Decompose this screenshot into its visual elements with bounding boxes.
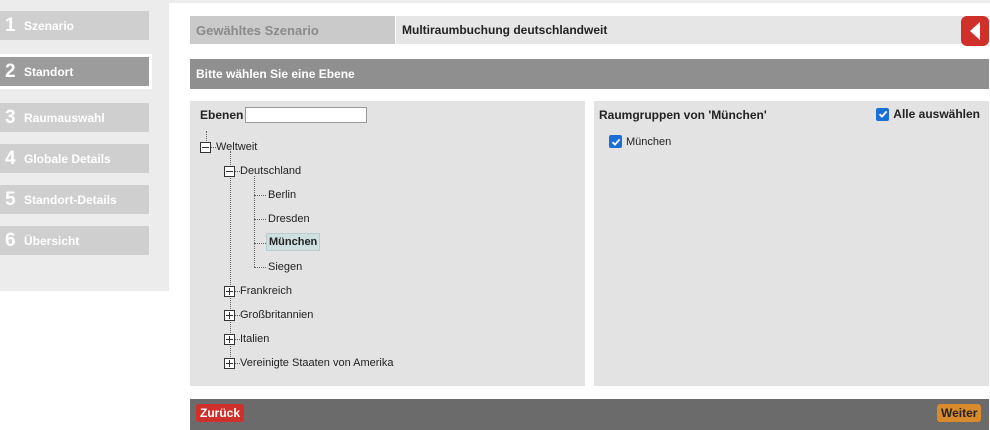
next-button[interactable]: Weiter [937, 404, 982, 422]
tree-node-label[interactable]: Großbritannien [240, 309, 313, 321]
step-raumauswahl[interactable]: 3 Raumauswahl [0, 103, 149, 132]
step-label: Standort [24, 64, 74, 79]
tree-node-label[interactable]: Deutschland [240, 165, 301, 177]
tree-node-country[interactable]: Vereinigte Staaten von Amerika [224, 353, 393, 373]
step-number: 2 [5, 60, 16, 82]
expand-icon[interactable] [224, 285, 235, 297]
tree-node-city-selected[interactable]: München [266, 232, 321, 252]
step-number: 5 [5, 188, 16, 210]
step-number: 4 [5, 147, 16, 169]
step-label: Übersicht [24, 233, 80, 248]
filter-label: Ebenen [200, 108, 244, 122]
checkmark-icon[interactable] [876, 107, 890, 121]
tree-node-city[interactable]: Siegen [268, 257, 302, 277]
step-standort[interactable]: 2 Standort [0, 54, 152, 89]
expand-icon[interactable] [224, 333, 235, 345]
select-all-label: Alle auswählen [893, 107, 980, 121]
room-groups-title: Raumgruppen von 'München' [599, 108, 767, 122]
step-number: 1 [5, 14, 16, 36]
step-szenario[interactable]: 1 Szenario [0, 11, 149, 40]
back-button[interactable]: Zurück [196, 404, 245, 422]
tree-connector [254, 267, 266, 268]
footer-bar [190, 399, 989, 430]
tree-connector [254, 176, 255, 267]
section-title: Bitte wählen Sie eine Ebene [190, 59, 989, 89]
tree-node-country[interactable]: Italien [224, 329, 269, 349]
step-globale-details[interactable]: 4 Globale Details [0, 144, 149, 173]
tree-node-label[interactable]: Siegen [268, 261, 302, 273]
filter-input[interactable] [245, 107, 367, 123]
step-label: Szenario [24, 18, 75, 33]
step-standort-details[interactable]: 5 Standort-Details [0, 185, 149, 214]
tree-node-country[interactable]: Frankreich [224, 281, 292, 301]
tree-connector [254, 243, 266, 244]
step-sidebar: 1 Szenario 2 Standort 3 Raumauswahl 4 Gl… [0, 0, 169, 291]
scenario-label: Gewähltes Szenario [190, 16, 395, 44]
tree-node-label[interactable]: Dresden [268, 213, 310, 225]
step-label: Standort-Details [24, 192, 117, 207]
tree-node-label[interactable]: Italien [240, 333, 269, 345]
tree-node-city[interactable]: Dresden [268, 209, 310, 229]
tree-node-label[interactable]: Berlin [268, 189, 296, 201]
select-all-checkbox[interactable]: Alle auswählen [876, 107, 980, 121]
tree-node-label[interactable]: Vereinigte Staaten von Amerika [240, 357, 393, 369]
tree-panel: Ebenen Weltweit Deutschland Berlin Dresd… [190, 101, 585, 386]
step-label: Raumauswahl [24, 110, 105, 125]
collapse-icon[interactable] [200, 141, 211, 153]
checkmark-icon[interactable] [609, 135, 622, 148]
tree-node-label[interactable]: München [266, 233, 321, 251]
expand-icon[interactable] [224, 357, 235, 369]
tree-connector [254, 219, 266, 220]
tree-node-deutschland[interactable]: Deutschland [224, 161, 301, 181]
tree-connector [254, 195, 266, 196]
step-uebersicht[interactable]: 6 Übersicht [0, 226, 149, 255]
room-groups-panel: Raumgruppen von 'München' Alle auswählen… [594, 101, 989, 386]
step-number: 3 [5, 106, 16, 128]
room-group-item[interactable]: München [609, 135, 671, 148]
tree-node-country[interactable]: Großbritannien [224, 305, 313, 325]
tree-node-label[interactable]: Weltweit [216, 141, 257, 153]
scenario-value: Multiraumbuchung deutschlandweit [396, 16, 989, 44]
step-number: 6 [5, 229, 16, 251]
room-group-label: München [626, 135, 672, 148]
tree-node-weltweit[interactable]: Weltweit [200, 137, 257, 157]
tree-node-label[interactable]: Frankreich [240, 285, 292, 297]
step-label: Globale Details [24, 151, 111, 166]
header-back-button[interactable] [961, 16, 989, 46]
chevron-left-icon [970, 22, 980, 40]
expand-icon[interactable] [224, 309, 235, 321]
tree-node-city[interactable]: Berlin [268, 185, 296, 205]
collapse-icon[interactable] [224, 165, 235, 177]
